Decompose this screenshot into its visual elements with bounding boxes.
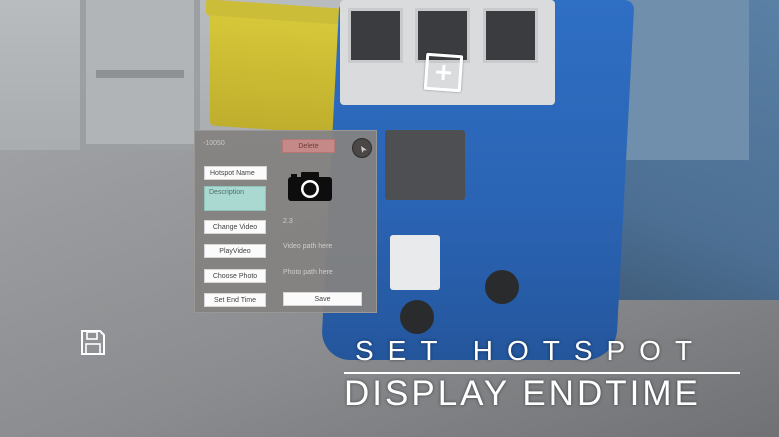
yellow-bin (210, 5, 340, 135)
change-video-button[interactable]: Change Video (204, 220, 266, 234)
camera-icon[interactable] (286, 171, 334, 202)
cart-device-white (390, 235, 440, 290)
delete-button[interactable]: Delete (282, 139, 335, 153)
photo-path-text: Photo path here (283, 269, 333, 276)
caption-subtitle: DISPLAY ENDTIME (344, 374, 701, 413)
video-path-text: Video path here (283, 243, 333, 250)
floppy-disk-icon[interactable] (80, 329, 106, 356)
hotspot-name-field[interactable]: Hotspot Name (204, 166, 267, 180)
close-icon[interactable] (352, 138, 372, 158)
hotspot-editor-panel: -10050 Delete Hotspot Name Description C… (194, 130, 377, 313)
cart-wheel (485, 270, 519, 304)
cart-wheel (400, 300, 434, 334)
description-field[interactable]: Description (204, 186, 266, 211)
set-end-time-button[interactable]: Set End Time (204, 293, 266, 307)
caption-title: SET HOTSPOT (355, 335, 707, 366)
play-video-button[interactable]: PlayVideo (204, 244, 266, 258)
cart-device (385, 130, 465, 200)
choose-photo-button[interactable]: Choose Photo (204, 269, 266, 283)
video-duration: 2.3 (283, 218, 293, 225)
metal-cart (80, 0, 200, 150)
hotspot-id: -10050 (203, 140, 225, 147)
crosshair-icon (423, 52, 464, 93)
save-button[interactable]: Save (283, 292, 362, 306)
